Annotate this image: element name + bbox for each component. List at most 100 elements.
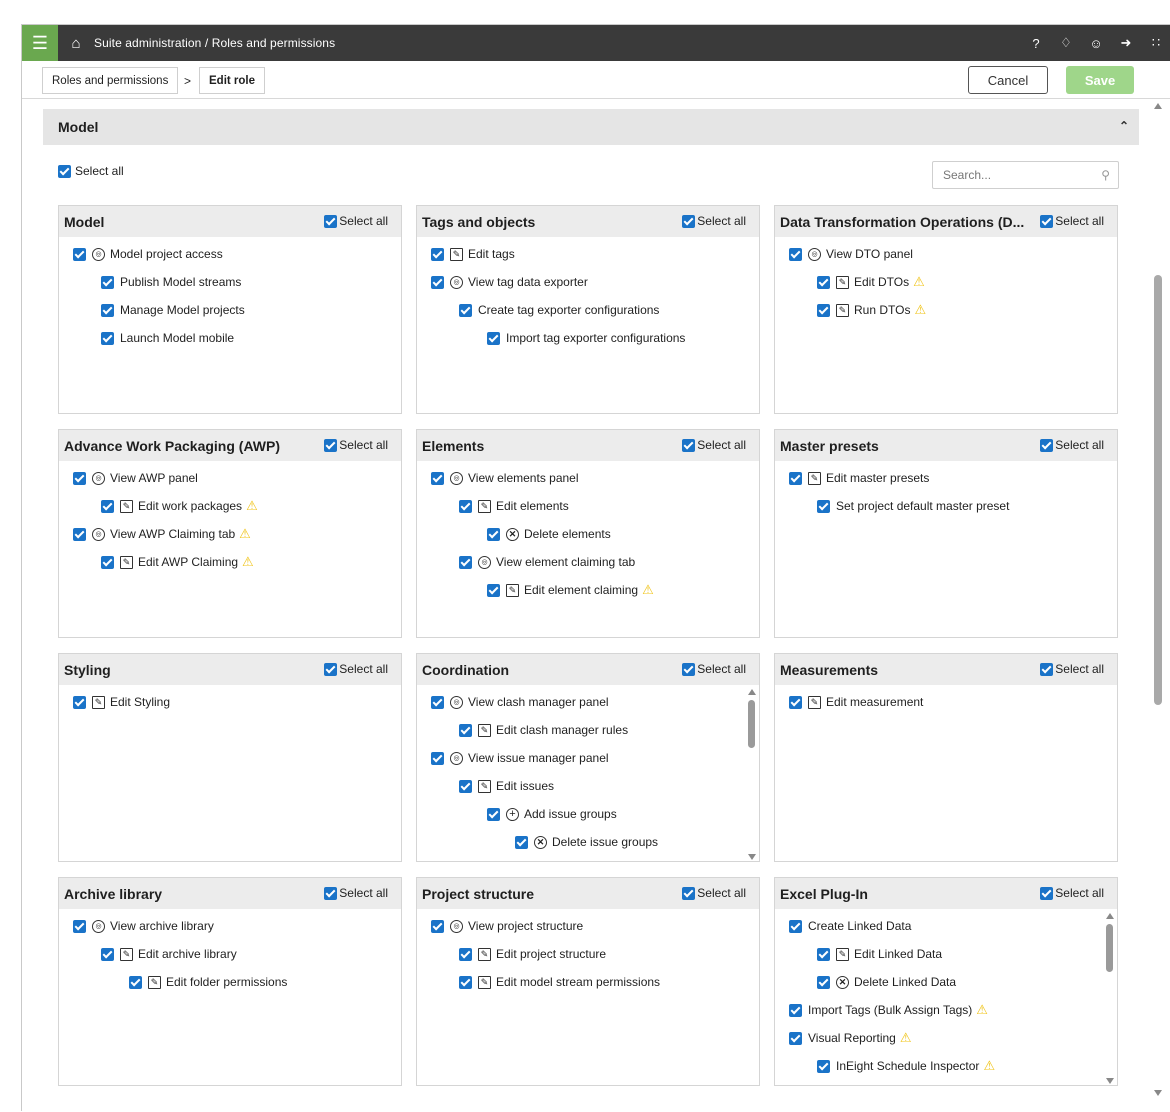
checkbox[interactable] [515,835,528,849]
card-select-all[interactable]: Select all [324,662,388,676]
permission-item[interactable]: ✎ Edit DTOs ⚠ [775,268,1117,296]
permission-item[interactable]: ✕ Delete elements [417,520,759,548]
permission-item[interactable]: ◎ View clash manager panel [417,688,759,716]
checkbox[interactable] [789,247,802,261]
checkbox[interactable] [487,583,500,597]
help-icon[interactable]: ? [1021,25,1051,61]
permission-item[interactable]: ✎ Edit elements [417,492,759,520]
section-header[interactable]: Model ⌃ [43,109,1139,145]
checkbox[interactable] [487,807,500,821]
page-scrollbar[interactable] [1149,99,1170,1112]
permission-item[interactable]: Import Tags (Bulk Assign Tags) ⚠ [775,996,1117,1024]
bell-icon[interactable]: ♢ [1051,25,1081,61]
permission-item[interactable]: ✎ Edit Styling [59,688,401,716]
checkbox[interactable] [129,975,142,989]
checkbox[interactable] [817,499,830,513]
card-select-all[interactable]: Select all [324,886,388,900]
card-select-all[interactable]: Select all [1040,438,1104,452]
card-scrollbar[interactable] [1103,909,1117,1085]
checkbox[interactable] [682,886,696,900]
card-select-all[interactable]: Select all [682,886,746,900]
scroll-up-icon[interactable] [1154,103,1162,109]
checkbox[interactable] [101,275,114,289]
permission-item[interactable]: + Add issue groups [417,800,759,828]
checkbox[interactable] [487,331,500,345]
permission-item[interactable]: ◎ View tag data exporter [417,268,759,296]
checkbox[interactable] [817,947,830,961]
permission-item[interactable]: ◎ View element claiming tab [417,548,759,576]
checkbox[interactable] [324,438,338,452]
section-select-all[interactable]: Select all [58,164,124,178]
card-select-all[interactable]: Select all [1040,662,1104,676]
card-select-all[interactable]: Select all [1040,214,1104,228]
scroll-thumb[interactable] [1154,275,1162,705]
checkbox[interactable] [682,438,696,452]
checkbox[interactable] [817,303,830,317]
checkbox[interactable] [324,886,338,900]
breadcrumb-edit-role[interactable]: Edit role [199,67,266,94]
checkbox[interactable] [73,471,86,485]
permission-item[interactable]: Import tag exporter configurations [417,324,759,352]
card-select-all[interactable]: Select all [324,214,388,228]
checkbox[interactable] [1040,662,1054,676]
checkbox[interactable] [431,275,444,289]
scroll-thumb[interactable] [1106,924,1113,972]
checkbox[interactable] [789,471,802,485]
permission-item[interactable]: Set project default master preset [775,492,1117,520]
permission-item[interactable]: ✎ Edit master presets [775,464,1117,492]
checkbox[interactable] [789,1031,802,1045]
menu-icon[interactable]: ☰ [22,25,58,61]
card-scrollbar[interactable] [745,685,759,861]
checkbox[interactable] [431,695,444,709]
chevron-up-icon[interactable]: ⌃ [1119,119,1129,133]
checkbox[interactable] [73,527,86,541]
checkbox[interactable] [324,662,338,676]
permission-item[interactable]: ✎ Edit issues [417,772,759,800]
permission-item[interactable]: Create tag exporter configurations [417,296,759,324]
permission-item[interactable]: InEight Schedule Inspector ⚠ [775,1052,1117,1080]
card-select-all[interactable]: Select all [1040,886,1104,900]
checkbox[interactable] [101,303,114,317]
scroll-up-icon[interactable] [748,689,756,695]
apps-grid-icon[interactable]: ∷ [1141,25,1170,61]
checkbox[interactable] [487,527,500,541]
checkbox[interactable] [73,695,86,709]
permission-item[interactable]: Launch Model mobile [59,324,401,352]
scroll-down-icon[interactable] [748,854,756,860]
scroll-down-icon[interactable] [1154,1090,1162,1096]
checkbox[interactable] [789,1003,802,1017]
permission-item[interactable]: ◎ Model project access [59,240,401,268]
permission-item[interactable]: ✕ Delete Linked Data [775,968,1117,996]
permission-item[interactable]: ✎ Edit model stream permissions [417,968,759,996]
permission-item[interactable]: Visual Reporting ⚠ [775,1024,1117,1052]
scroll-down-icon[interactable] [1106,1078,1114,1084]
permission-item[interactable]: ✎ Edit archive library [59,940,401,968]
scroll-up-icon[interactable] [1106,913,1114,919]
checkbox[interactable] [101,331,114,345]
checkbox[interactable] [1040,886,1054,900]
permission-item[interactable]: ◎ View archive library [59,912,401,940]
permission-item[interactable]: ✎ Edit measurement [775,688,1117,716]
checkbox[interactable] [58,164,71,178]
checkbox[interactable] [431,751,444,765]
checkbox[interactable] [101,947,114,961]
home-icon[interactable]: ⌂ [58,35,94,52]
checkbox[interactable] [459,303,472,317]
checkbox[interactable] [73,247,86,261]
card-select-all[interactable]: Select all [682,662,746,676]
checkbox[interactable] [101,555,114,569]
checkbox[interactable] [817,275,830,289]
breadcrumb-roles[interactable]: Roles and permissions [42,67,179,94]
permission-item[interactable]: Publish Model streams [59,268,401,296]
permission-item[interactable]: ◎ View AWP panel [59,464,401,492]
checkbox[interactable] [431,247,444,261]
permission-item[interactable]: ✎ Run DTOs ⚠ [775,296,1117,324]
checkbox[interactable] [324,214,338,228]
save-button[interactable]: Save [1066,66,1134,94]
checkbox[interactable] [817,1059,830,1073]
permission-item[interactable]: ✎ Edit clash manager rules [417,716,759,744]
checkbox[interactable] [789,919,802,933]
permission-item[interactable]: ✎ Edit work packages ⚠ [59,492,401,520]
permission-item[interactable]: ◎ View elements panel [417,464,759,492]
permission-item[interactable]: ✎ Edit element claiming ⚠ [417,576,759,604]
